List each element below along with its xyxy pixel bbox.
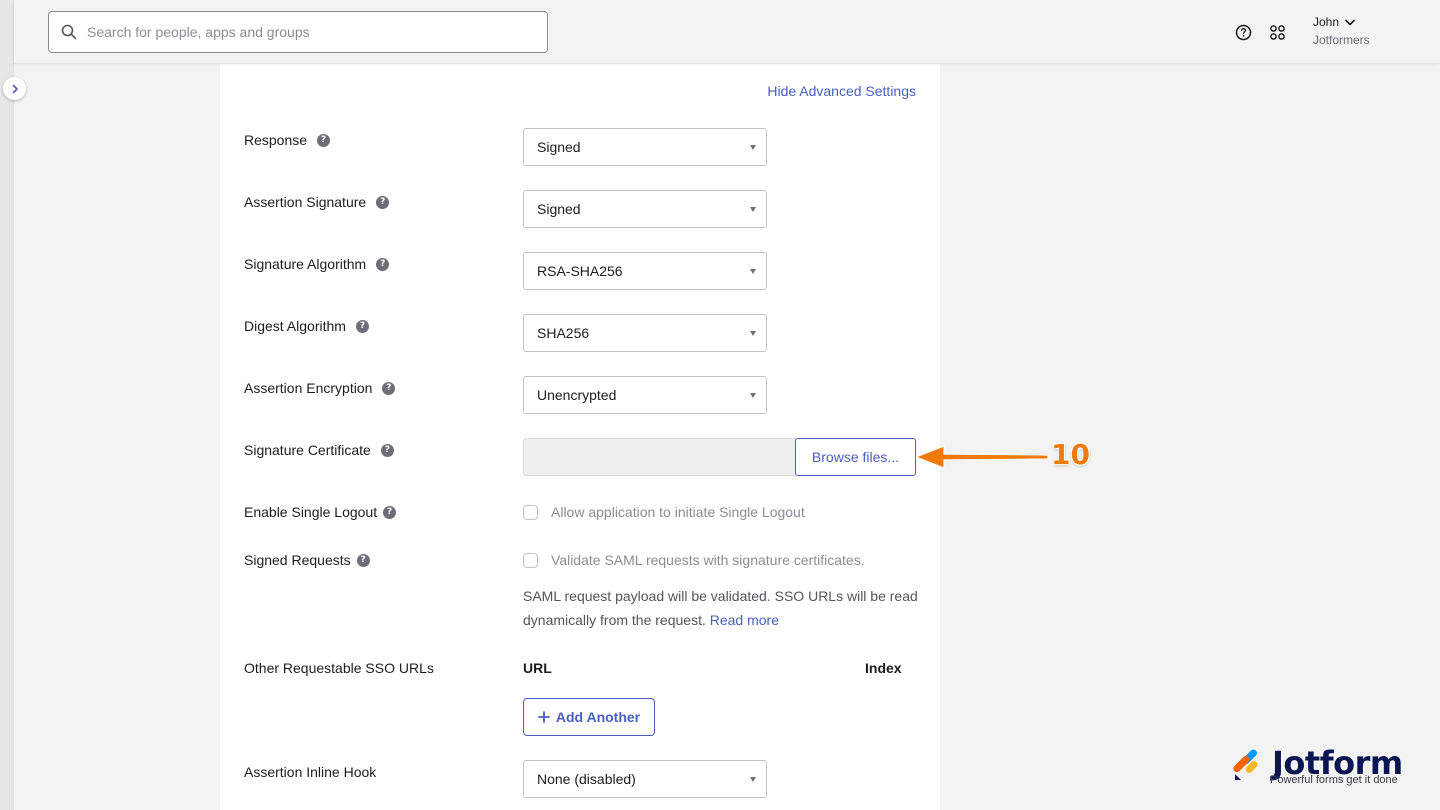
file-name-field[interactable] xyxy=(523,438,796,476)
help-icon[interactable]: ? xyxy=(380,443,394,457)
assertion-encryption-label: Assertion Encryption? xyxy=(244,380,396,396)
single-logout-label: Enable Single Logout? xyxy=(244,504,397,520)
digest-algorithm-select[interactable]: SHA256 xyxy=(523,314,767,352)
annotation-step-number: 10 xyxy=(1051,438,1090,471)
top-bar: John Jotformers xyxy=(14,0,1440,64)
chevron-right-icon xyxy=(12,84,18,93)
help-icon[interactable]: ? xyxy=(376,257,390,271)
single-logout-label-text: Enable Single Logout xyxy=(244,504,378,520)
help-icon[interactable]: ? xyxy=(376,195,390,209)
apps-grid-icon xyxy=(1269,24,1285,40)
dropdown-caret-icon xyxy=(750,207,756,212)
watermark-tagline: Powerful forms get it done xyxy=(1270,774,1398,786)
signature-certificate-upload: Browse files... xyxy=(523,438,916,476)
single-logout-option-text: Allow application to initiate Single Log… xyxy=(551,504,805,520)
dropdown-caret-icon xyxy=(750,269,756,274)
signature-algorithm-value: RSA-SHA256 xyxy=(537,263,623,279)
inline-hook-select[interactable]: None (disabled) xyxy=(523,760,767,798)
signed-requests-option-text: Validate SAML requests with signature ce… xyxy=(551,552,865,568)
assertion-encryption-label-text: Assertion Encryption xyxy=(244,380,373,396)
help-button[interactable] xyxy=(1233,22,1253,42)
assertion-signature-label-text: Assertion Signature xyxy=(244,194,367,210)
digest-algorithm-label-text: Digest Algorithm xyxy=(244,318,346,334)
dropdown-caret-icon xyxy=(750,777,756,782)
signed-requests-label: Signed Requests? xyxy=(244,552,370,568)
help-icon[interactable]: ? xyxy=(383,505,397,519)
response-value: Signed xyxy=(537,139,581,155)
dropdown-caret-icon xyxy=(750,331,756,336)
assertion-signature-select[interactable]: Signed xyxy=(523,190,767,228)
read-more-link[interactable]: Read more xyxy=(710,612,779,628)
plus-icon xyxy=(537,711,550,723)
dropdown-caret-icon xyxy=(750,393,756,398)
hide-advanced-settings-link[interactable]: Hide Advanced Settings xyxy=(767,83,916,99)
user-menu[interactable]: John Jotformers xyxy=(1313,15,1370,47)
add-another-label: Add Another xyxy=(555,709,641,725)
advanced-settings-panel: Hide Advanced Settings Response? Signed … xyxy=(220,64,940,810)
signed-requests-description: SAML request payload will be validated. … xyxy=(523,584,923,632)
inline-hook-value: None (disabled) xyxy=(537,771,636,787)
digest-algorithm-label: Digest Algorithm? xyxy=(244,318,369,334)
help-icon[interactable]: ? xyxy=(382,381,396,395)
assertion-signature-label: Assertion Signature? xyxy=(244,194,390,210)
inline-hook-label: Assertion Inline Hook xyxy=(244,764,377,780)
response-select[interactable]: Signed xyxy=(523,128,767,166)
single-logout-option[interactable]: Allow application to initiate Single Log… xyxy=(523,504,805,520)
add-another-button[interactable]: Add Another xyxy=(523,698,655,736)
signature-certificate-label: Signature Certificate? xyxy=(244,442,394,458)
signed-requests-label-text: Signed Requests xyxy=(244,552,351,568)
jotform-watermark: Jotform Powerful forms get it done xyxy=(1232,744,1412,790)
chevron-down-icon xyxy=(1345,19,1355,25)
single-logout-checkbox[interactable] xyxy=(523,504,538,520)
annotation-arrow-icon xyxy=(915,445,1049,469)
sso-urls-label: Other Requestable SSO URLs xyxy=(244,660,434,676)
help-icon[interactable]: ? xyxy=(317,133,331,147)
user-org: Jotformers xyxy=(1313,33,1370,47)
response-label: Response? xyxy=(244,132,331,148)
signature-algorithm-select[interactable]: RSA-SHA256 xyxy=(523,252,767,290)
help-circle-icon xyxy=(1235,24,1251,40)
signed-requests-checkbox[interactable] xyxy=(523,552,538,568)
search-input[interactable] xyxy=(87,24,507,40)
browse-files-button[interactable]: Browse files... xyxy=(795,438,916,476)
sidebar-expand-button[interactable] xyxy=(3,77,26,100)
user-name: John xyxy=(1313,15,1340,29)
signature-algorithm-label-text: Signature Algorithm xyxy=(244,256,367,272)
jotform-logo-icon xyxy=(1233,749,1258,780)
index-column-header: Index xyxy=(865,660,902,676)
url-column-header: URL xyxy=(523,660,552,676)
search-icon xyxy=(61,24,77,40)
assertion-encryption-value: Unencrypted xyxy=(537,387,617,403)
apps-button[interactable] xyxy=(1267,22,1287,42)
digest-algorithm-value: SHA256 xyxy=(537,325,590,341)
help-icon[interactable]: ? xyxy=(355,319,369,333)
left-rail xyxy=(0,0,14,810)
signature-algorithm-label: Signature Algorithm? xyxy=(244,256,390,272)
response-label-text: Response xyxy=(244,132,308,148)
signature-certificate-label-text: Signature Certificate xyxy=(244,442,371,458)
assertion-signature-value: Signed xyxy=(537,201,581,217)
signed-requests-option[interactable]: Validate SAML requests with signature ce… xyxy=(523,552,865,568)
search-box[interactable] xyxy=(48,11,548,53)
dropdown-caret-icon xyxy=(750,145,756,150)
assertion-encryption-select[interactable]: Unencrypted xyxy=(523,376,767,414)
help-icon[interactable]: ? xyxy=(356,553,370,567)
